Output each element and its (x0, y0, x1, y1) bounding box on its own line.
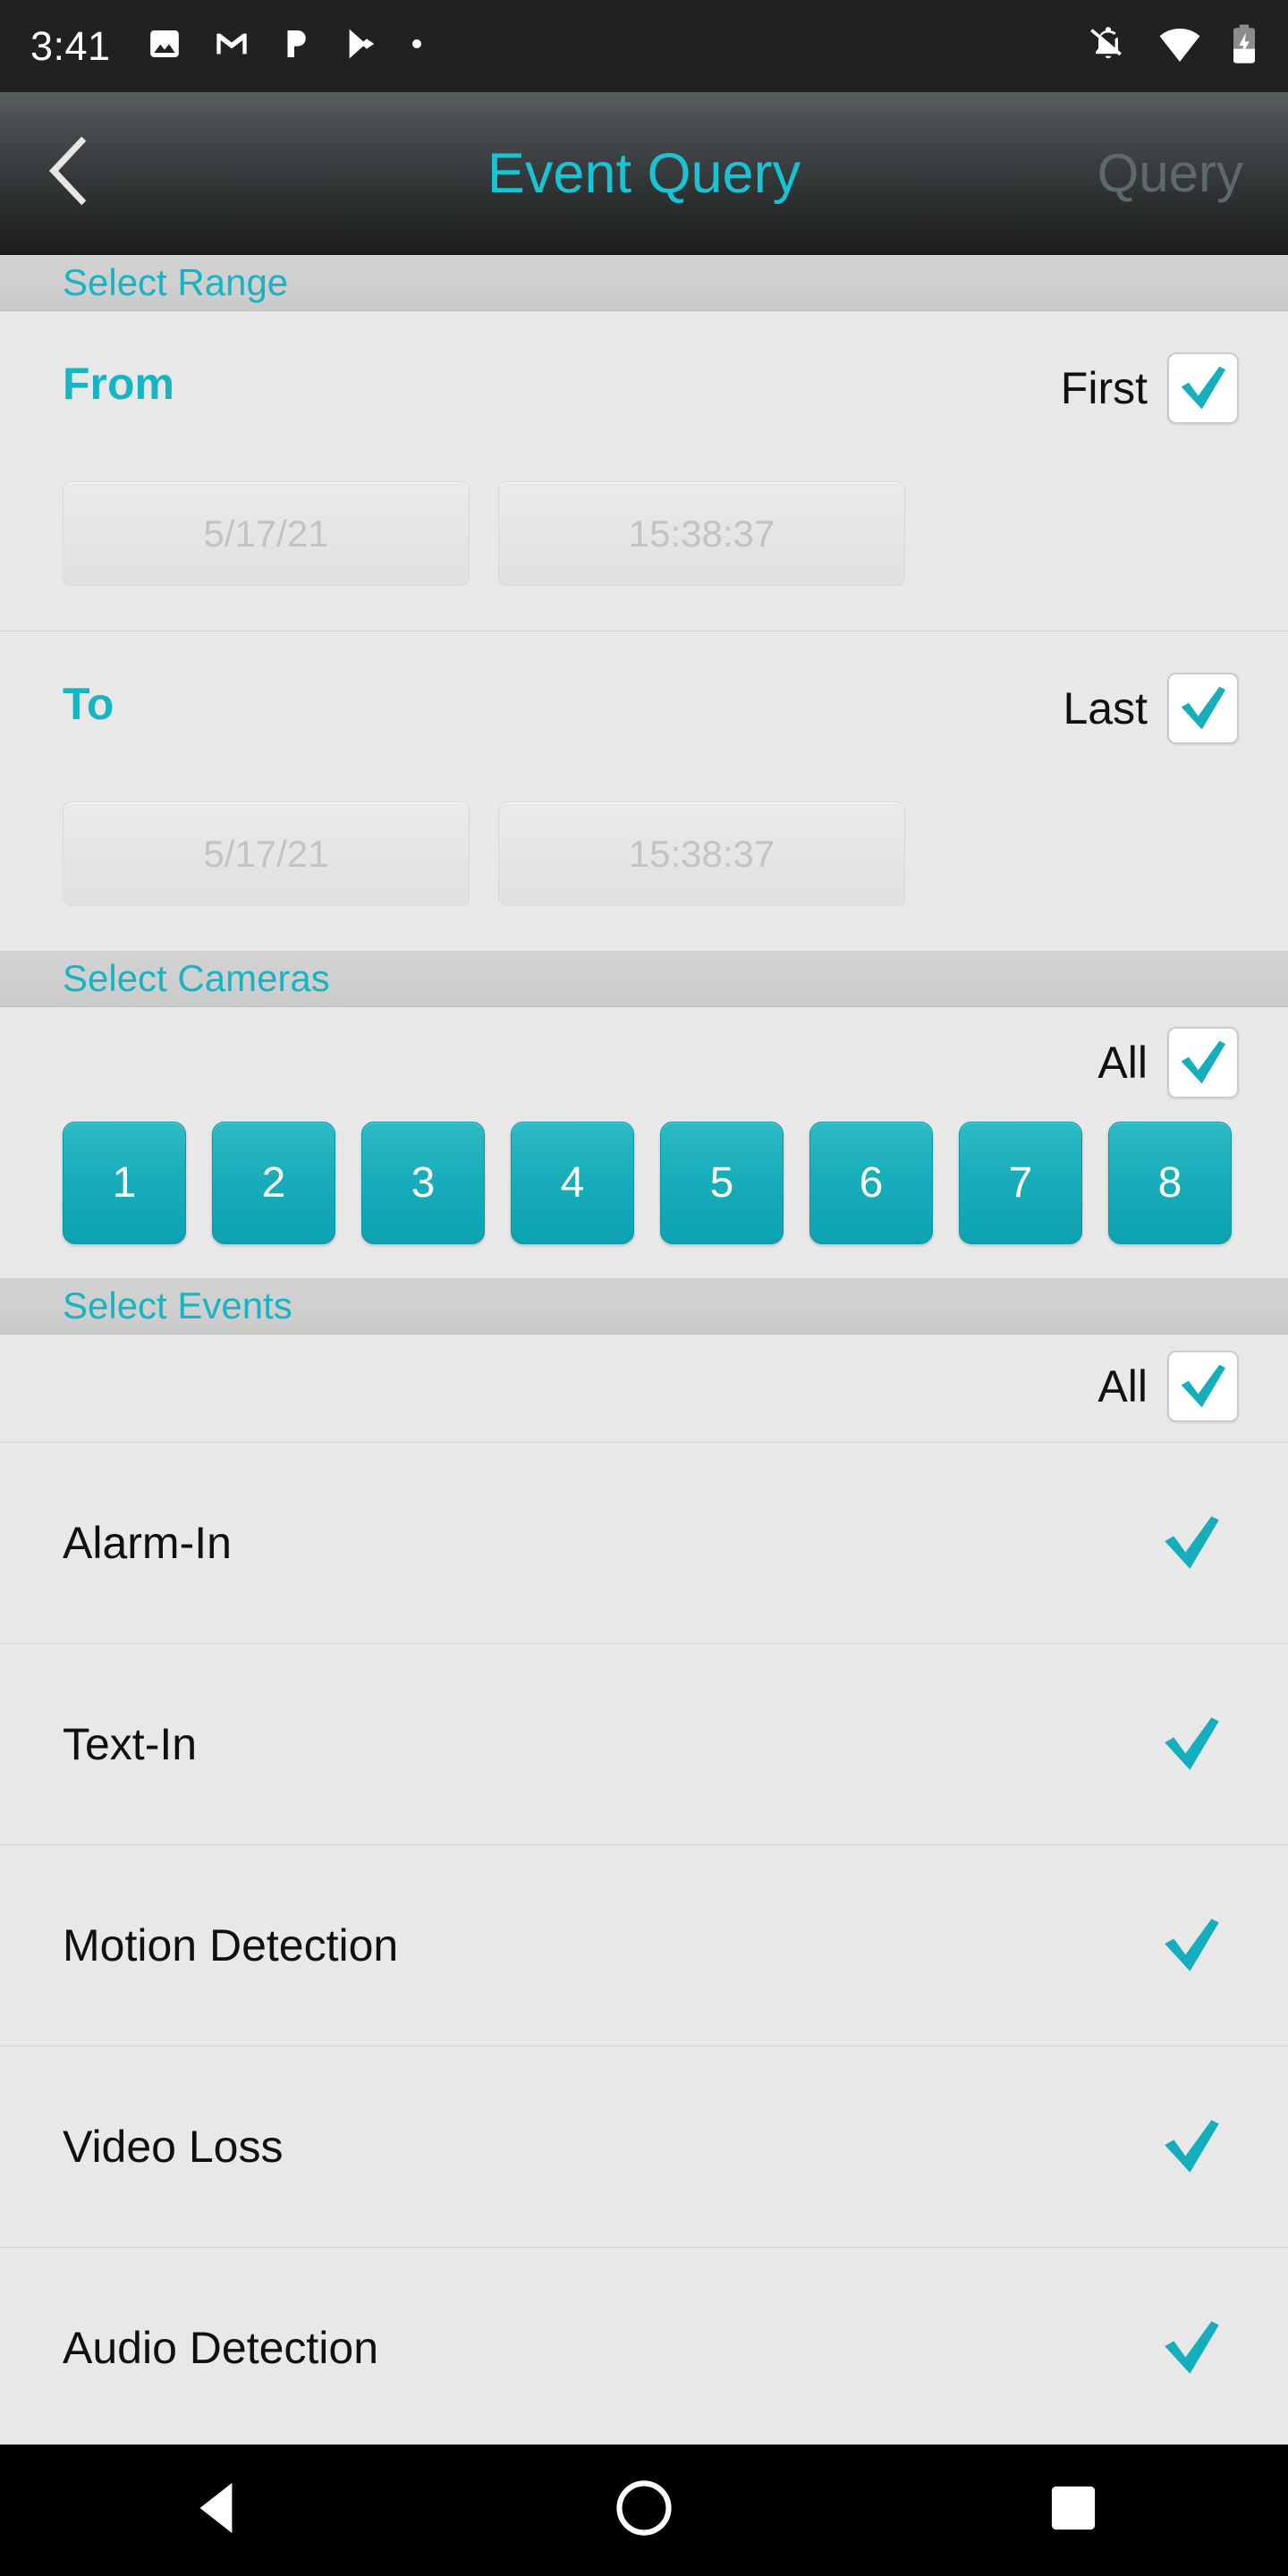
event-label: Text-In (63, 1719, 198, 1769)
event-checkmark[interactable] (1157, 1710, 1225, 1778)
play-store-icon (343, 26, 379, 66)
section-header-label: Select Range (63, 261, 289, 303)
from-date-field[interactable]: 5/17/21 (63, 481, 470, 586)
status-bar: 3:41 (0, 0, 1288, 92)
to-label: To (63, 679, 114, 729)
page-title: Event Query (487, 141, 801, 205)
camera-button-2[interactable]: 2 (212, 1122, 335, 1244)
to-row: To Last (0, 631, 1288, 801)
cameras-all-checkbox-group[interactable]: All (1097, 1027, 1239, 1098)
range-from-panel: From First 5/17/21 15:38:37 (0, 311, 1288, 631)
cameras-all-row: All (0, 1007, 1288, 1122)
to-time-field[interactable]: 15:38:37 (498, 801, 905, 906)
last-checkbox-group[interactable]: Last (1063, 673, 1239, 744)
check-icon (1181, 1364, 1226, 1408)
back-triangle-icon (190, 2480, 240, 2540)
from-fields: 5/17/21 15:38:37 (0, 481, 1288, 631)
nav-home-button[interactable] (572, 2480, 716, 2540)
events-all-checkbox-group[interactable]: All (1097, 1351, 1239, 1422)
check-icon (1165, 2321, 1219, 2374)
cameras-panel: All 1 2 3 4 5 6 7 8 (0, 1007, 1288, 1278)
camera-button-8[interactable]: 8 (1108, 1122, 1232, 1244)
to-date-value: 5/17/21 (203, 832, 329, 875)
recents-square-icon (1049, 2484, 1097, 2537)
camera-button-1[interactable]: 1 (63, 1122, 186, 1244)
events-all-label: All (1097, 1361, 1148, 1411)
query-button[interactable]: Query (1097, 142, 1252, 204)
home-circle-icon (616, 2480, 672, 2540)
status-bar-clock: 3:41 (30, 22, 111, 69)
chevron-left-icon (48, 136, 100, 210)
event-checkmark[interactable] (1157, 2314, 1225, 2382)
section-header-select-cameras: Select Cameras (0, 951, 1288, 1007)
to-time-value: 15:38:37 (628, 832, 775, 875)
event-label: Motion Detection (63, 1920, 399, 1970)
first-label: First (1060, 363, 1148, 413)
cameras-all-label: All (1097, 1038, 1148, 1088)
range-to-panel: To Last 5/17/21 15:38:37 (0, 631, 1288, 951)
check-icon (1165, 2120, 1219, 2173)
event-row-audio-detection[interactable]: Audio Detection (0, 2247, 1288, 2448)
cameras-all-checkbox[interactable] (1167, 1027, 1239, 1098)
from-time-value: 15:38:37 (628, 512, 775, 555)
gmail-icon (213, 26, 250, 66)
section-header-select-events: Select Events (0, 1278, 1288, 1335)
status-bar-notification-icons (147, 25, 424, 67)
check-icon (1165, 1919, 1219, 1971)
events-all-checkbox[interactable] (1167, 1351, 1239, 1422)
notifications-off-icon (1088, 23, 1129, 69)
nav-back-button[interactable] (143, 2480, 286, 2540)
first-checkbox[interactable] (1167, 352, 1239, 424)
android-navigation-bar (0, 2445, 1288, 2576)
from-time-field[interactable]: 15:38:37 (498, 481, 905, 586)
check-icon (1181, 686, 1226, 730)
event-row-alarm-in[interactable]: Alarm-In (0, 1442, 1288, 1643)
battery-charging-icon (1231, 23, 1258, 69)
camera-button-5[interactable]: 5 (660, 1122, 784, 1244)
event-checkmark[interactable] (1157, 1911, 1225, 1979)
from-date-value: 5/17/21 (203, 512, 329, 555)
last-checkbox[interactable] (1167, 673, 1239, 744)
section-header-select-range: Select Range (0, 255, 1288, 311)
event-checkmark[interactable] (1157, 1509, 1225, 1577)
app-screen: 3:41 Event Query Query Select Range From… (0, 0, 1288, 2576)
section-header-label: Select Cameras (63, 957, 330, 999)
camera-button-4[interactable]: 4 (511, 1122, 634, 1244)
event-label: Video Loss (63, 2122, 284, 2172)
pandora-icon (281, 25, 313, 67)
section-header-label: Select Events (63, 1284, 292, 1326)
back-button[interactable] (36, 136, 143, 210)
check-icon (1165, 1516, 1219, 1569)
image-icon (147, 26, 182, 66)
from-row: From First (0, 311, 1288, 481)
wifi-icon (1158, 25, 1201, 67)
to-fields: 5/17/21 15:38:37 (0, 801, 1288, 951)
event-row-video-loss[interactable]: Video Loss (0, 2046, 1288, 2247)
check-icon (1181, 1040, 1226, 1084)
event-row-motion-detection[interactable]: Motion Detection (0, 1844, 1288, 2046)
title-bar: Event Query Query (0, 92, 1288, 255)
event-checkmark[interactable] (1157, 2113, 1225, 2181)
status-bar-system-icons (1088, 23, 1258, 69)
check-icon (1181, 366, 1226, 410)
last-label: Last (1063, 683, 1148, 733)
event-row-text-in[interactable]: Text-In (0, 1643, 1288, 1844)
dot-icon (410, 37, 424, 55)
camera-button-7[interactable]: 7 (959, 1122, 1082, 1244)
camera-button-6[interactable]: 6 (809, 1122, 933, 1244)
camera-button-3[interactable]: 3 (361, 1122, 485, 1244)
check-icon (1165, 1717, 1219, 1770)
camera-button-strip: 1 2 3 4 5 6 7 8 (0, 1122, 1288, 1278)
from-label: From (63, 359, 174, 409)
event-label: Audio Detection (63, 2323, 379, 2373)
nav-recents-button[interactable] (1002, 2484, 1145, 2537)
events-panel: All Alarm-In Text-In Motion Detection Vi… (0, 1335, 1288, 2448)
to-date-field[interactable]: 5/17/21 (63, 801, 470, 906)
events-all-row: All (0, 1335, 1288, 1442)
event-label: Alarm-In (63, 1518, 232, 1568)
first-checkbox-group[interactable]: First (1061, 352, 1239, 424)
